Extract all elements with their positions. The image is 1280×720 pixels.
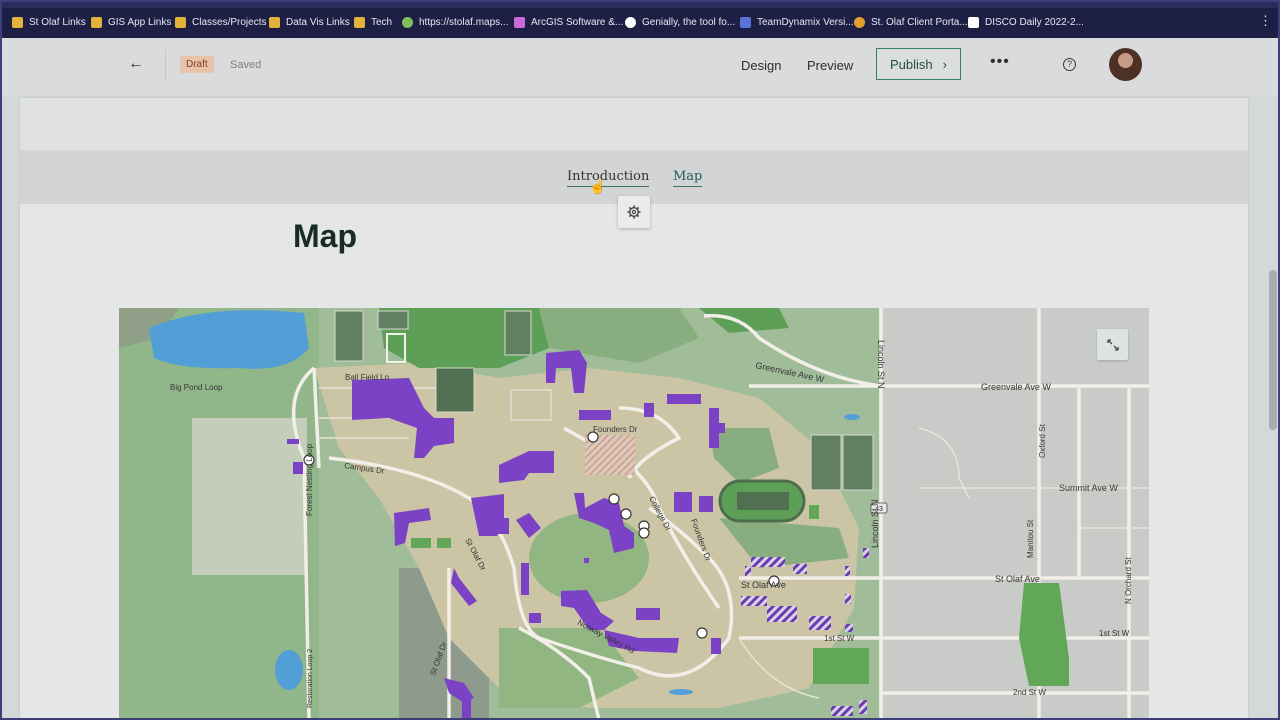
cover-title-partial bbox=[292, 128, 492, 152]
label-st-olaf-ave-1: St Olaf Ave bbox=[741, 580, 786, 590]
small-pond bbox=[275, 650, 303, 690]
bookmark-gis-app-links[interactable]: GIS App Links bbox=[91, 13, 171, 31]
expand-icon bbox=[1106, 338, 1119, 351]
label-st-olaf-ave-2: St Olaf Ave bbox=[995, 574, 1040, 584]
parking-lot bbox=[334, 310, 364, 362]
label-oxford-st: Oxford St bbox=[1038, 423, 1047, 458]
section-heading: Map bbox=[293, 218, 357, 254]
label-1st-st-1: 1st St W bbox=[824, 634, 855, 643]
label-forest-nesting-loop: Forest Nesting Loop bbox=[305, 443, 314, 516]
parking-lot bbox=[504, 310, 532, 356]
bookmark-stolaf-maps[interactable]: https://stolaf.maps... bbox=[402, 13, 508, 31]
bookmarks-overflow-icon[interactable]: ⋮ bbox=[1259, 13, 1272, 29]
bookmark-disco-daily[interactable]: DISCO Daily 2022-2... bbox=[968, 13, 1084, 31]
bookmark-stolaf-client-portal[interactable]: St. Olaf Client Porta... bbox=[854, 13, 968, 31]
folder-icon bbox=[269, 16, 280, 28]
back-arrow-icon[interactable]: ← bbox=[128, 55, 144, 73]
parking-lot bbox=[377, 310, 409, 330]
athletic-field bbox=[810, 434, 842, 491]
park-field bbox=[813, 648, 869, 684]
gear-icon bbox=[627, 205, 641, 219]
garden-plot bbox=[437, 538, 451, 548]
nav-underline bbox=[673, 186, 703, 187]
mouse-cursor-icon: ☝ bbox=[589, 178, 607, 194]
retention-pond bbox=[844, 414, 860, 420]
bookmark-data-vis-links[interactable]: Data Vis Links bbox=[269, 13, 350, 31]
bookmark-st-olaf-links[interactable]: St Olaf Links bbox=[12, 13, 86, 31]
header-divider bbox=[165, 50, 166, 80]
publish-button[interactable]: Publish › bbox=[876, 48, 961, 80]
chevron-right-icon: › bbox=[942, 56, 947, 72]
draft-status-badge: Draft bbox=[180, 56, 214, 73]
track-field bbox=[737, 492, 789, 510]
label-ball-field-ln: Ball Field Ln bbox=[345, 373, 389, 382]
publish-label: Publish bbox=[890, 56, 933, 72]
bookmark-tech[interactable]: Tech bbox=[354, 13, 392, 31]
label-lincoln-st-n: Lincoln St N bbox=[876, 340, 886, 389]
label-big-pond-loop: Big Pond Loop bbox=[170, 383, 223, 392]
stadium bbox=[435, 367, 475, 413]
help-icon[interactable]: ? bbox=[1063, 58, 1076, 71]
map-expand-button[interactable] bbox=[1097, 329, 1128, 360]
genially-icon bbox=[625, 16, 636, 28]
saved-status: Saved bbox=[230, 59, 262, 71]
trello-icon bbox=[968, 16, 979, 28]
label-founders-dr: Founders Dr bbox=[593, 425, 638, 434]
more-options-icon[interactable]: ••• bbox=[990, 53, 1010, 71]
bookmark-arcgis[interactable]: ArcGIS Software &... bbox=[514, 13, 623, 31]
bookmarks-bar: St Olaf Links GIS App Links Classes/Proj… bbox=[0, 0, 1280, 38]
folder-icon bbox=[12, 16, 23, 28]
south-pond bbox=[669, 689, 693, 695]
label-1st-st-2: 1st St W bbox=[1099, 629, 1130, 638]
nav-link-map[interactable]: Map bbox=[673, 169, 703, 187]
design-button[interactable]: Design bbox=[741, 58, 781, 73]
label-manitou-st: Manitou St bbox=[1026, 519, 1035, 558]
label-greenvale-2: Greenvale Ave W bbox=[981, 382, 1051, 392]
label-summit-ave: Summit Ave W bbox=[1059, 483, 1118, 493]
stolaf-icon bbox=[854, 16, 865, 28]
arcgis-icon bbox=[514, 16, 525, 28]
teamdynamix-icon bbox=[740, 16, 751, 28]
folder-icon bbox=[175, 16, 186, 28]
label-restoration-loop: Restoration Loop 2 bbox=[307, 649, 314, 708]
nav-link-introduction[interactable]: Introduction bbox=[567, 169, 650, 187]
navigation-settings-button[interactable] bbox=[618, 196, 650, 228]
map-canvas[interactable]: 43 Big Pond Loop Ball Field Ln Campus Dr… bbox=[119, 308, 1149, 720]
nav-underline bbox=[567, 186, 650, 187]
label-lincoln-st-n-2: Lincoln St N bbox=[870, 499, 880, 548]
folder-icon bbox=[91, 16, 102, 28]
folder-icon bbox=[354, 16, 365, 28]
avatar[interactable] bbox=[1109, 48, 1142, 81]
page-scrollbar[interactable] bbox=[1269, 270, 1277, 430]
bookmark-genially[interactable]: Genially, the tool fo... bbox=[625, 13, 735, 31]
garden-plot bbox=[411, 538, 431, 548]
town-area bbox=[879, 308, 1149, 720]
tab-strip bbox=[0, 0, 1280, 8]
bookmark-teamdynamix[interactable]: TeamDynamix Versi... bbox=[740, 13, 854, 31]
globe-icon bbox=[402, 16, 413, 28]
campus-map[interactable]: 43 Big Pond Loop Ball Field Ln Campus Dr… bbox=[119, 308, 1149, 720]
preview-button[interactable]: Preview bbox=[807, 58, 853, 73]
park-square bbox=[809, 505, 819, 519]
bookmark-classes-projects[interactable]: Classes/Projects bbox=[175, 13, 266, 31]
cover-remnant bbox=[20, 98, 1248, 150]
label-n-orchard-st: N Orchard St bbox=[1124, 557, 1133, 604]
athletic-field bbox=[842, 434, 874, 491]
label-2nd-st: 2nd St W bbox=[1013, 688, 1046, 697]
